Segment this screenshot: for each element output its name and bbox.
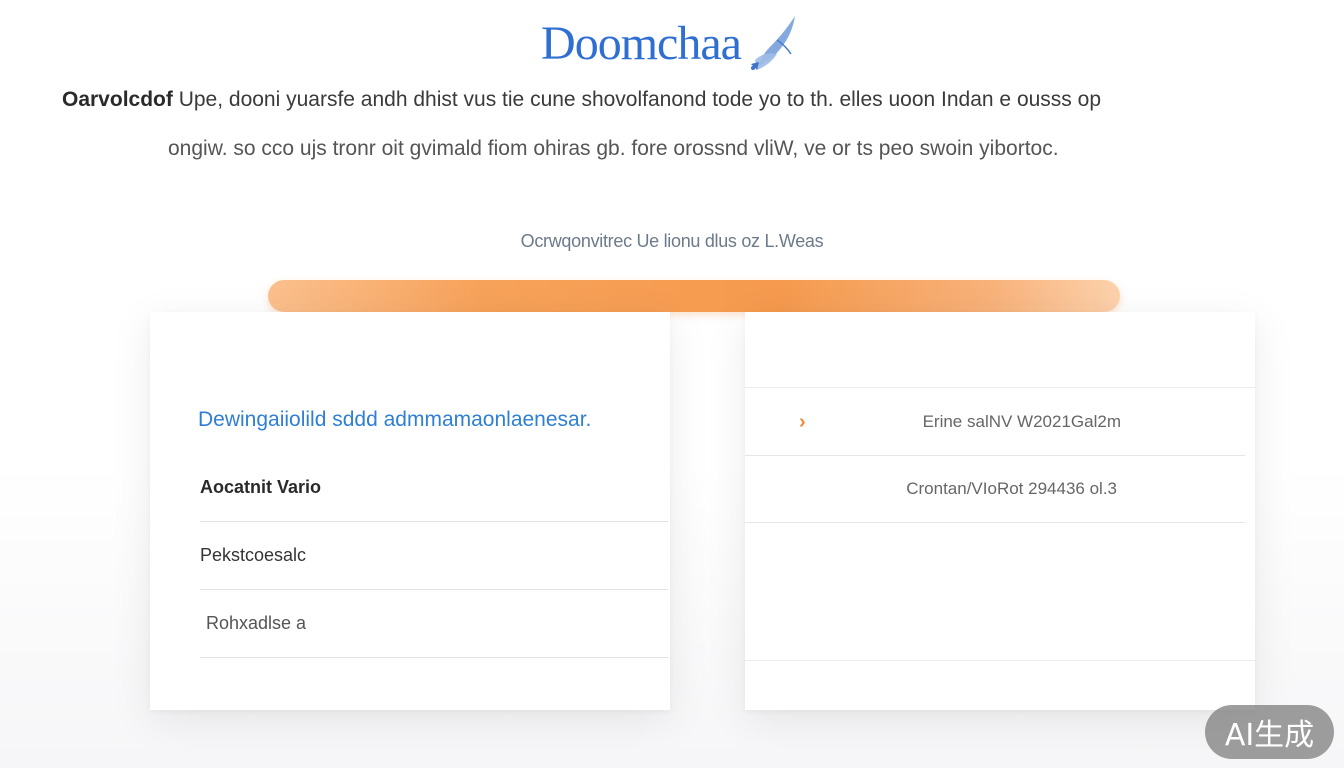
chevron-right-icon: › [799,411,806,433]
brand-logo: Doomchaa [0,8,1344,80]
progress-bar-fill [268,280,1120,312]
left-panel-card: Dewingaiiolild sddd admmamaonlaenesar. A… [150,312,670,710]
list-item[interactable]: › Erine salNV W2021Gal2m [745,389,1245,456]
feather-brush-icon [747,14,803,74]
logo-wordmark: Doomchaa [541,17,742,70]
list-item-value: Erine salNV W2021Gal2m [922,412,1121,431]
list-item[interactable]: Crontan/VIoRot 294436 ol.3 [745,456,1245,523]
list-item[interactable]: Rohxadlse a [200,590,668,658]
divider [745,660,1255,661]
progress-bar [268,280,1120,312]
right-panel-card: › Erine salNV W2021Gal2m Crontan/VIoRot … [745,312,1255,710]
left-panel-heading: Dewingaiiolild sddd admmamaonlaenesar. [198,408,592,431]
list-item-value: Crontan/VIoRot 294436 ol.3 [906,479,1117,498]
progress-label: Ocrwqonvitrec Ue lionu dlus oz L.Weas [520,231,824,251]
intro-line-1-text: Upe, dooni yuarsfe andh dhist vus tie cu… [172,88,1101,111]
list-item[interactable]: Aocatnit Vario [200,454,668,522]
page: Doomchaa Oarvolcdof Upe, dooni yuarsfe a… [0,0,1344,768]
right-panel-header-strip [745,344,1255,388]
list-item[interactable]: Pekstcoesalc [200,522,668,590]
intro-text-line-1: Oarvolcdof Upe, dooni yuarsfe andh dhist… [62,88,1101,112]
ai-generated-badge: AI生成 [1205,705,1334,759]
intro-lead-word: Oarvolcdof [62,88,173,111]
intro-text-line-2: ongiw. so cco ujs tronr oit gvimald fiom… [168,137,1059,160]
